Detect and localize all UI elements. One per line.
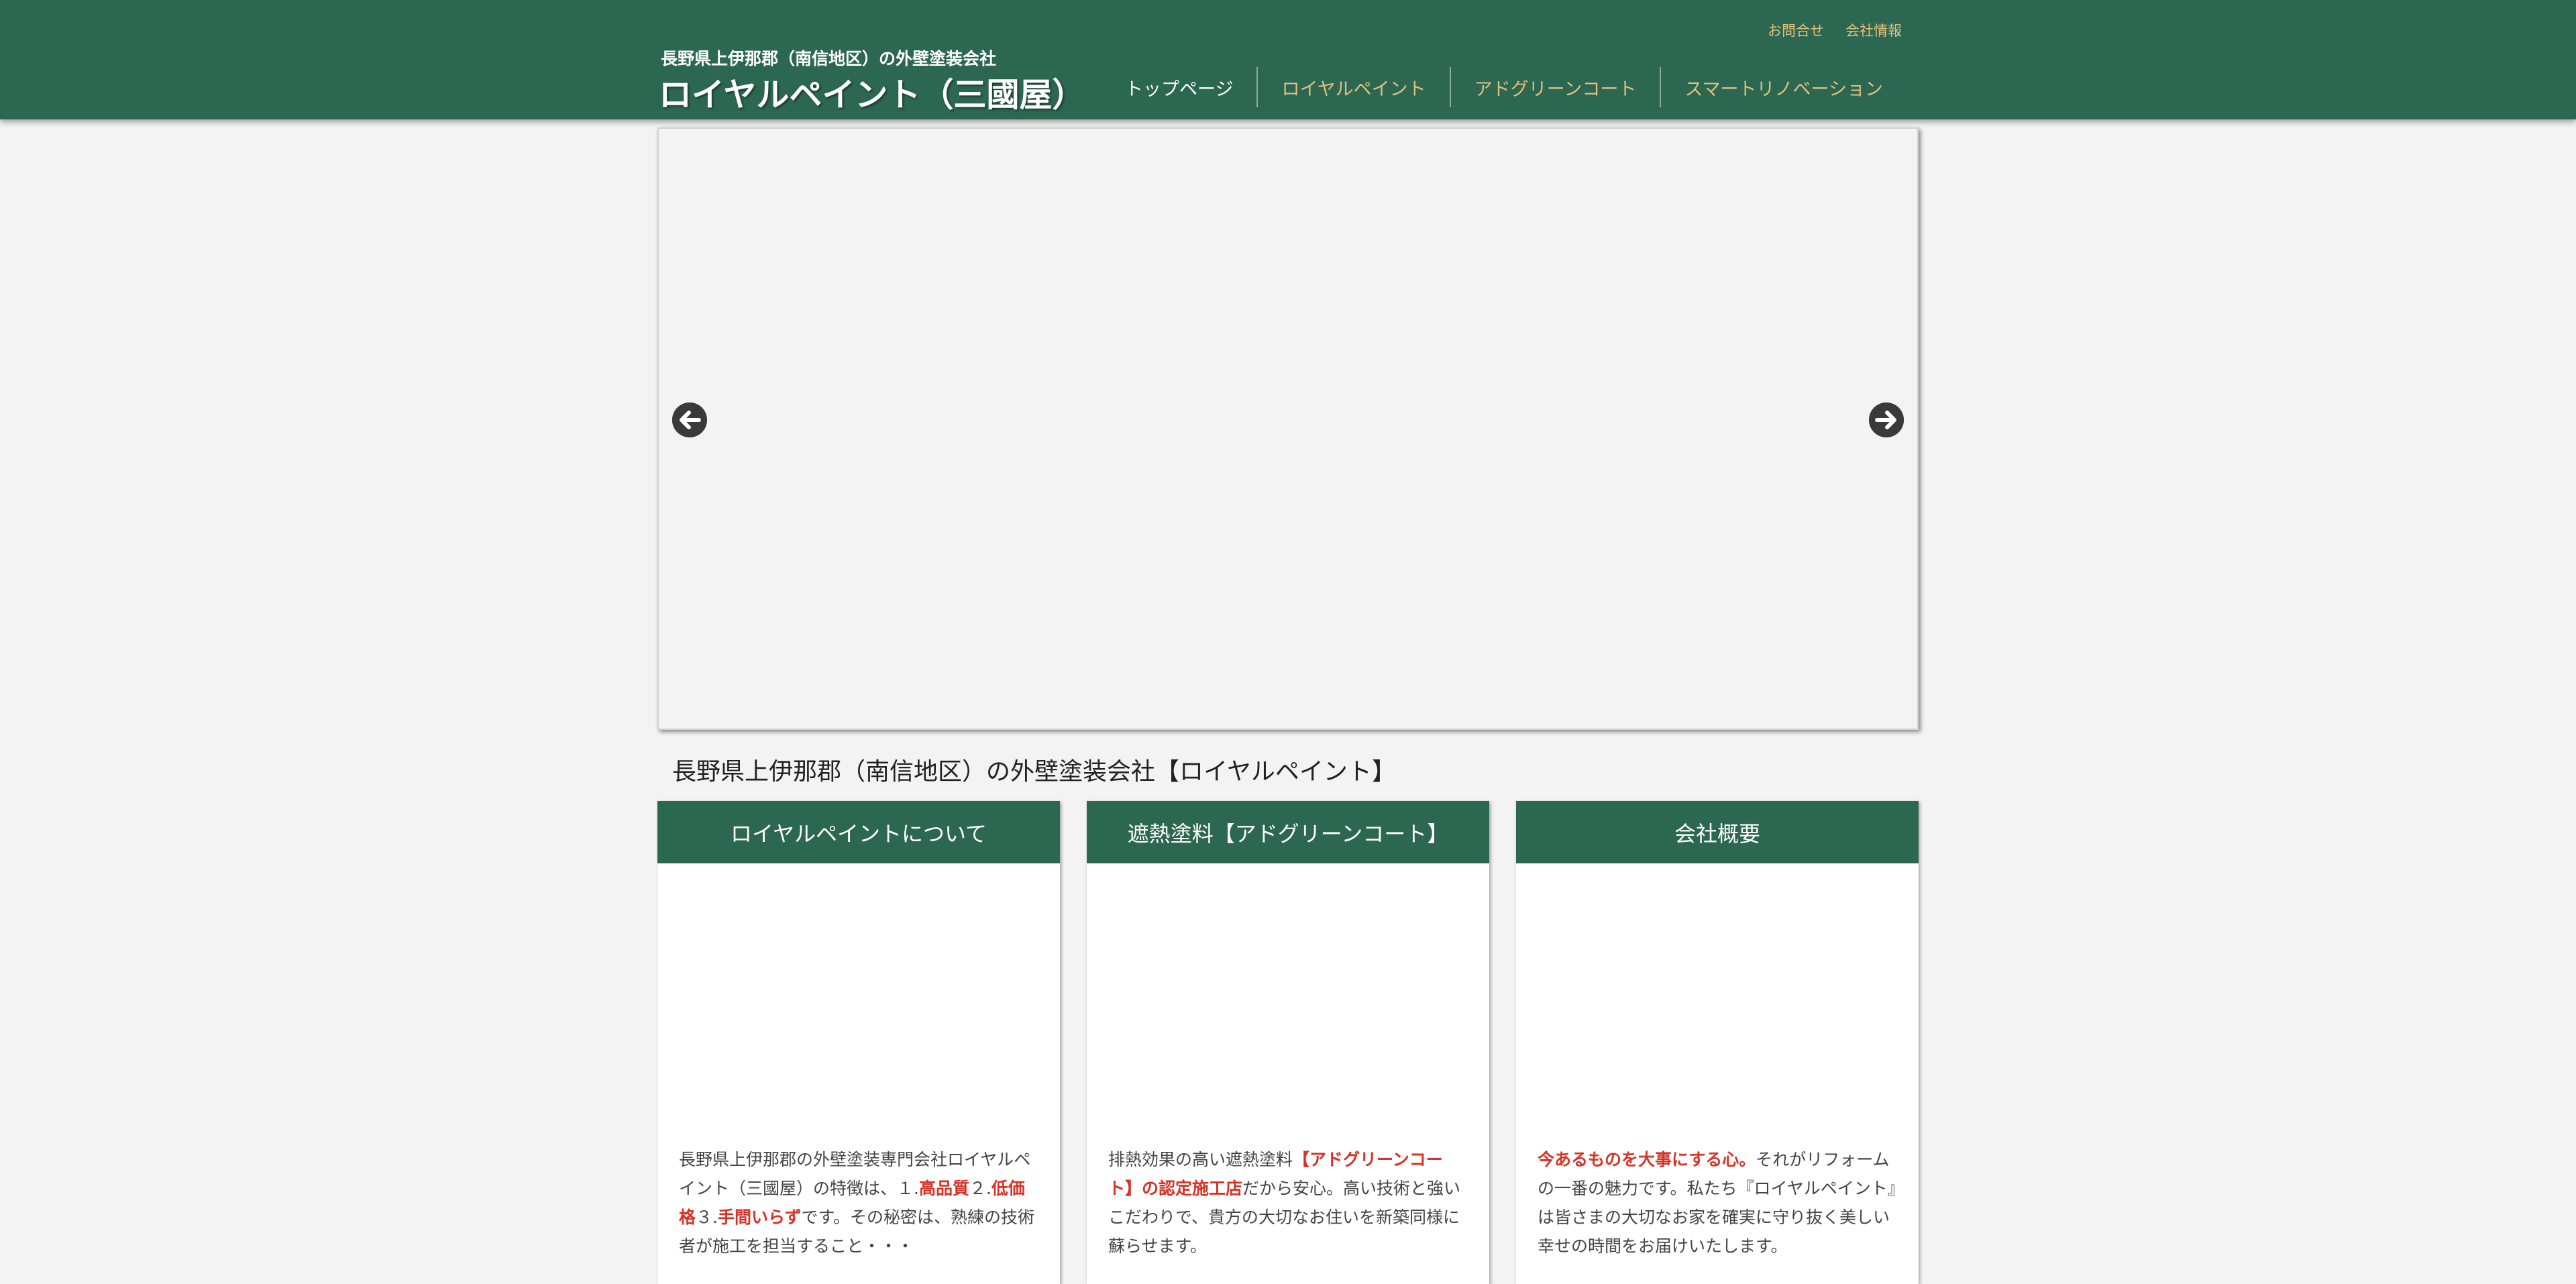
arrow-left-circle-icon [672, 403, 707, 437]
body-text: ３. [696, 1208, 718, 1227]
nav-item-top[interactable]: トップページ [1102, 67, 1256, 107]
site-header: 長野県上伊那郡（南信地区）の外壁塗装会社 ロイヤルペイント（三國屋） お問合せ … [0, 0, 2576, 119]
card-title[interactable]: ロイヤルペイントについて [657, 801, 1060, 863]
card-image[interactable] [1087, 863, 1489, 1145]
card-adgreen-coat[interactable]: 遮熱塗料【アドグリーンコート】 排熱効果の高い遮熱塗料【アドグリーンコート】の認… [1087, 801, 1489, 1284]
card-about[interactable]: ロイヤルペイントについて 長野県上伊那郡の外壁塗装専門会社ロイヤルペイント（三國… [657, 801, 1060, 1284]
arrow-right-circle-icon [1869, 403, 1904, 437]
card-text: 長野県上伊那郡の外壁塗装専門会社ロイヤルペイント（三國屋）の特徴は、１.高品質２… [657, 1145, 1060, 1261]
section-title: 長野県上伊那郡（南信地区）の外壁塗装会社【ロイヤルペイント】 [672, 758, 1396, 786]
card-image[interactable] [1516, 863, 1919, 1145]
highlight-text: 高品質 [918, 1179, 969, 1198]
slider-prev-button[interactable] [672, 403, 707, 437]
nav-item-royal-paint[interactable]: ロイヤルペイント [1256, 67, 1449, 107]
site-tagline: 長野県上伊那郡（南信地区）の外壁塗装会社 [661, 49, 997, 68]
body-text: 排熱効果の高い遮熱塗料 [1108, 1150, 1293, 1169]
card-text: 排熱効果の高い遮熱塗料【アドグリーンコート】の認定施工店だから安心。高い技術と強… [1087, 1145, 1489, 1261]
hero-slider [657, 127, 1919, 730]
nav-item-smart-renovation[interactable]: スマートリノベーション [1660, 67, 1907, 107]
card-title[interactable]: 会社概要 [1516, 801, 1919, 863]
site-logo[interactable]: ロイヤルペイント（三國屋） [659, 68, 1085, 116]
nav-item-adgreen-coat[interactable]: アドグリーンコート [1449, 67, 1660, 107]
card-title[interactable]: 遮熱塗料【アドグリーンコート】 [1087, 801, 1489, 863]
card-company[interactable]: 会社概要 今あるものを大事にする心。それがリフォームの一番の魅力です。私たち『ロ… [1516, 801, 1919, 1284]
highlight-text: 今あるものを大事にする心。 [1538, 1150, 1756, 1169]
company-info-link[interactable]: 会社情報 [1845, 20, 1902, 40]
card-text: 今あるものを大事にする心。それがリフォームの一番の魅力です。私たち『ロイヤルペイ… [1516, 1145, 1919, 1261]
body-text: ２. [969, 1179, 991, 1198]
slider-next-button[interactable] [1869, 403, 1904, 437]
main-nav: トップページ ロイヤルペイント アドグリーンコート スマートリノベーション [1102, 67, 1907, 107]
contact-link[interactable]: お問合せ [1768, 20, 1824, 40]
highlight-text: 手間いらず [717, 1208, 802, 1227]
card-image[interactable] [657, 863, 1060, 1145]
utility-links: お問合せ 会社情報 [1768, 20, 1902, 40]
